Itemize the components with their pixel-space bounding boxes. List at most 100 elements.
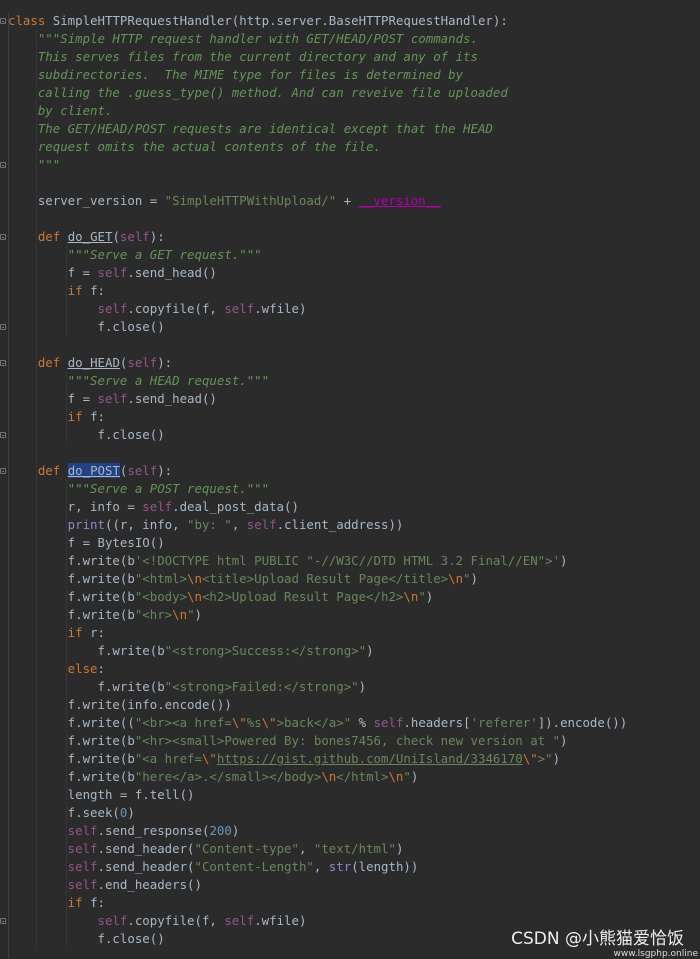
code-line[interactable]: request omits the actual contents of the… [8, 138, 381, 156]
code-line[interactable]: length = f.tell() [8, 786, 195, 804]
fold-icon[interactable] [0, 360, 6, 366]
code-editor[interactable]: class SimpleHTTPRequestHandler(http.serv… [0, 12, 700, 959]
code-line[interactable]: if f: [8, 282, 105, 300]
code-line[interactable]: by client. [8, 102, 113, 120]
code-token: """Serve a HEAD request.""" [8, 373, 270, 388]
code-line[interactable]: f.write(("<br><a href=\"%s\">back</a>" %… [8, 714, 628, 732]
code-line[interactable]: This serves files from the current direc… [8, 48, 478, 66]
code-line[interactable]: f.close() [8, 426, 165, 444]
code-area[interactable]: class SimpleHTTPRequestHandler(http.serv… [8, 12, 700, 959]
code-token: "<html> [134, 571, 188, 586]
code-token: if [8, 895, 91, 910]
code-line[interactable]: r, info = self.deal_post_data() [8, 498, 299, 516]
code-line[interactable]: else: [8, 660, 105, 678]
code-token: "<hr><small>Powered By: bones7456, check… [134, 733, 561, 748]
code-token: self [8, 841, 98, 856]
code-token: <title>Upload Result Page</title> [201, 571, 449, 586]
code-token: f = [8, 265, 98, 280]
code-token: .send_header( [97, 859, 195, 874]
fold-icon[interactable] [0, 18, 6, 24]
code-line[interactable]: def do_POST(self): [8, 462, 172, 480]
code-line[interactable]: """Serve a HEAD request.""" [8, 372, 269, 390]
code-line[interactable]: f = self.send_head() [8, 390, 217, 408]
code-token: \n [172, 607, 188, 622]
code-token: f.write(( [8, 715, 135, 730]
code-line[interactable]: f = self.send_head() [8, 264, 217, 282]
code-token: f.write(b [8, 733, 135, 748]
code-line[interactable]: f.seek(0) [8, 804, 135, 822]
code-line[interactable]: f.close() [8, 930, 165, 948]
code-line[interactable]: f.close() [8, 318, 165, 336]
code-line[interactable]: f.write(b"<body>\n<h2>Upload Result Page… [8, 588, 434, 606]
code-token: ]).encode()) [537, 715, 628, 730]
code-line[interactable]: f.write(b'<!DOCTYPE html PUBLIC "-//W3C/… [8, 552, 568, 570]
code-line[interactable]: self.copyfile(f, self.wfile) [8, 912, 307, 930]
code-token: "<hr> [134, 607, 173, 622]
code-token: 'referer' [470, 715, 538, 730]
code-line[interactable]: """ [8, 156, 60, 174]
code-line[interactable]: """Simple HTTP request handler with GET/… [8, 30, 478, 48]
code-token: ) [410, 769, 419, 784]
code-token: \" [261, 715, 277, 730]
code-line[interactable]: f.write(b"here</a>.</small></body>\n</ht… [8, 768, 419, 786]
code-line[interactable]: class SimpleHTTPRequestHandler(http.serv… [8, 12, 508, 30]
code-token: do_HEAD [67, 355, 120, 370]
code-line[interactable]: """Serve a POST request.""" [8, 480, 269, 498]
code-token: by client. [8, 103, 113, 118]
fold-icon[interactable] [0, 432, 6, 438]
code-line[interactable]: f = BytesIO() [8, 534, 165, 552]
code-line[interactable]: print((r, info, "by: ", self.client_addr… [8, 516, 404, 534]
fold-icon[interactable] [0, 324, 6, 330]
code-token: , [313, 859, 329, 874]
code-line[interactable]: if f: [8, 408, 105, 426]
code-token: \n [403, 589, 419, 604]
code-line[interactable]: if r: [8, 624, 105, 642]
code-token: .copyfile(f, [127, 301, 225, 316]
fold-icon[interactable] [0, 918, 6, 924]
code-token: "Content-Length" [194, 859, 314, 874]
code-token: ) [470, 571, 479, 586]
code-line[interactable]: self.copyfile(f, self.wfile) [8, 300, 307, 318]
code-line[interactable]: if f: [8, 894, 105, 912]
code-line[interactable]: calling the .guess_type() method. And ca… [8, 84, 508, 102]
code-line[interactable]: f.write(b"<strong>Success:</strong>") [8, 642, 374, 660]
code-line[interactable]: def do_GET(self): [8, 228, 165, 246]
code-token: "<strong>Success:</strong>" [164, 643, 367, 658]
code-line[interactable]: The GET/HEAD/POST requests are identical… [8, 120, 493, 138]
code-line[interactable]: self.send_header("Content-type", "text/h… [8, 840, 404, 858]
code-line[interactable]: f.write(b"<html>\n<title>Upload Result P… [8, 570, 478, 588]
code-token: " [418, 589, 426, 604]
code-line[interactable]: self.send_response(200) [8, 822, 240, 840]
code-token: """Serve a POST request.""" [8, 481, 270, 496]
code-token: self [8, 301, 128, 316]
code-token: ) [231, 823, 240, 838]
fold-icon[interactable] [0, 468, 6, 474]
code-token: % [351, 715, 374, 730]
code-line[interactable]: subdirectories. The MIME type for files … [8, 66, 463, 84]
fold-icon[interactable] [0, 162, 6, 168]
code-line[interactable]: self.end_headers() [8, 876, 202, 894]
code-token: def [8, 229, 68, 244]
code-token: f.write(b [8, 751, 135, 766]
code-line[interactable]: server_version = "SimpleHTTPWithUpload/"… [8, 192, 441, 210]
code-line[interactable]: def do_HEAD(self): [8, 354, 172, 372]
code-token: f.close() [8, 319, 165, 334]
code-line[interactable]: f.write(b"<a href=\"https://gist.github.… [8, 750, 560, 768]
code-token: self [97, 391, 128, 406]
code-token: "<strong>Failed:</strong>" [164, 679, 359, 694]
code-token: '<!DOCTYPE html PUBLIC "-//W3C//DTD HTML… [134, 553, 561, 568]
fold-icon[interactable] [0, 234, 6, 240]
code-token: self [127, 463, 158, 478]
code-line[interactable]: f.write(info.encode()) [8, 696, 232, 714]
code-line[interactable]: """Serve a GET request.""" [8, 246, 262, 264]
code-token: self [127, 355, 158, 370]
code-token: , [231, 517, 247, 532]
code-line[interactable]: f.write(b"<hr>\n") [8, 606, 202, 624]
code-token: f: [90, 283, 105, 298]
code-line[interactable]: f.write(b"<hr><small>Powered By: bones74… [8, 732, 568, 750]
code-line[interactable]: self.send_header("Content-Length", str(l… [8, 858, 419, 876]
code-token: f.write(b [8, 643, 165, 658]
code-token: ) [194, 607, 202, 622]
code-line[interactable]: f.write(b"<strong>Failed:</strong>") [8, 678, 367, 696]
code-token: .client_address)) [276, 517, 404, 532]
